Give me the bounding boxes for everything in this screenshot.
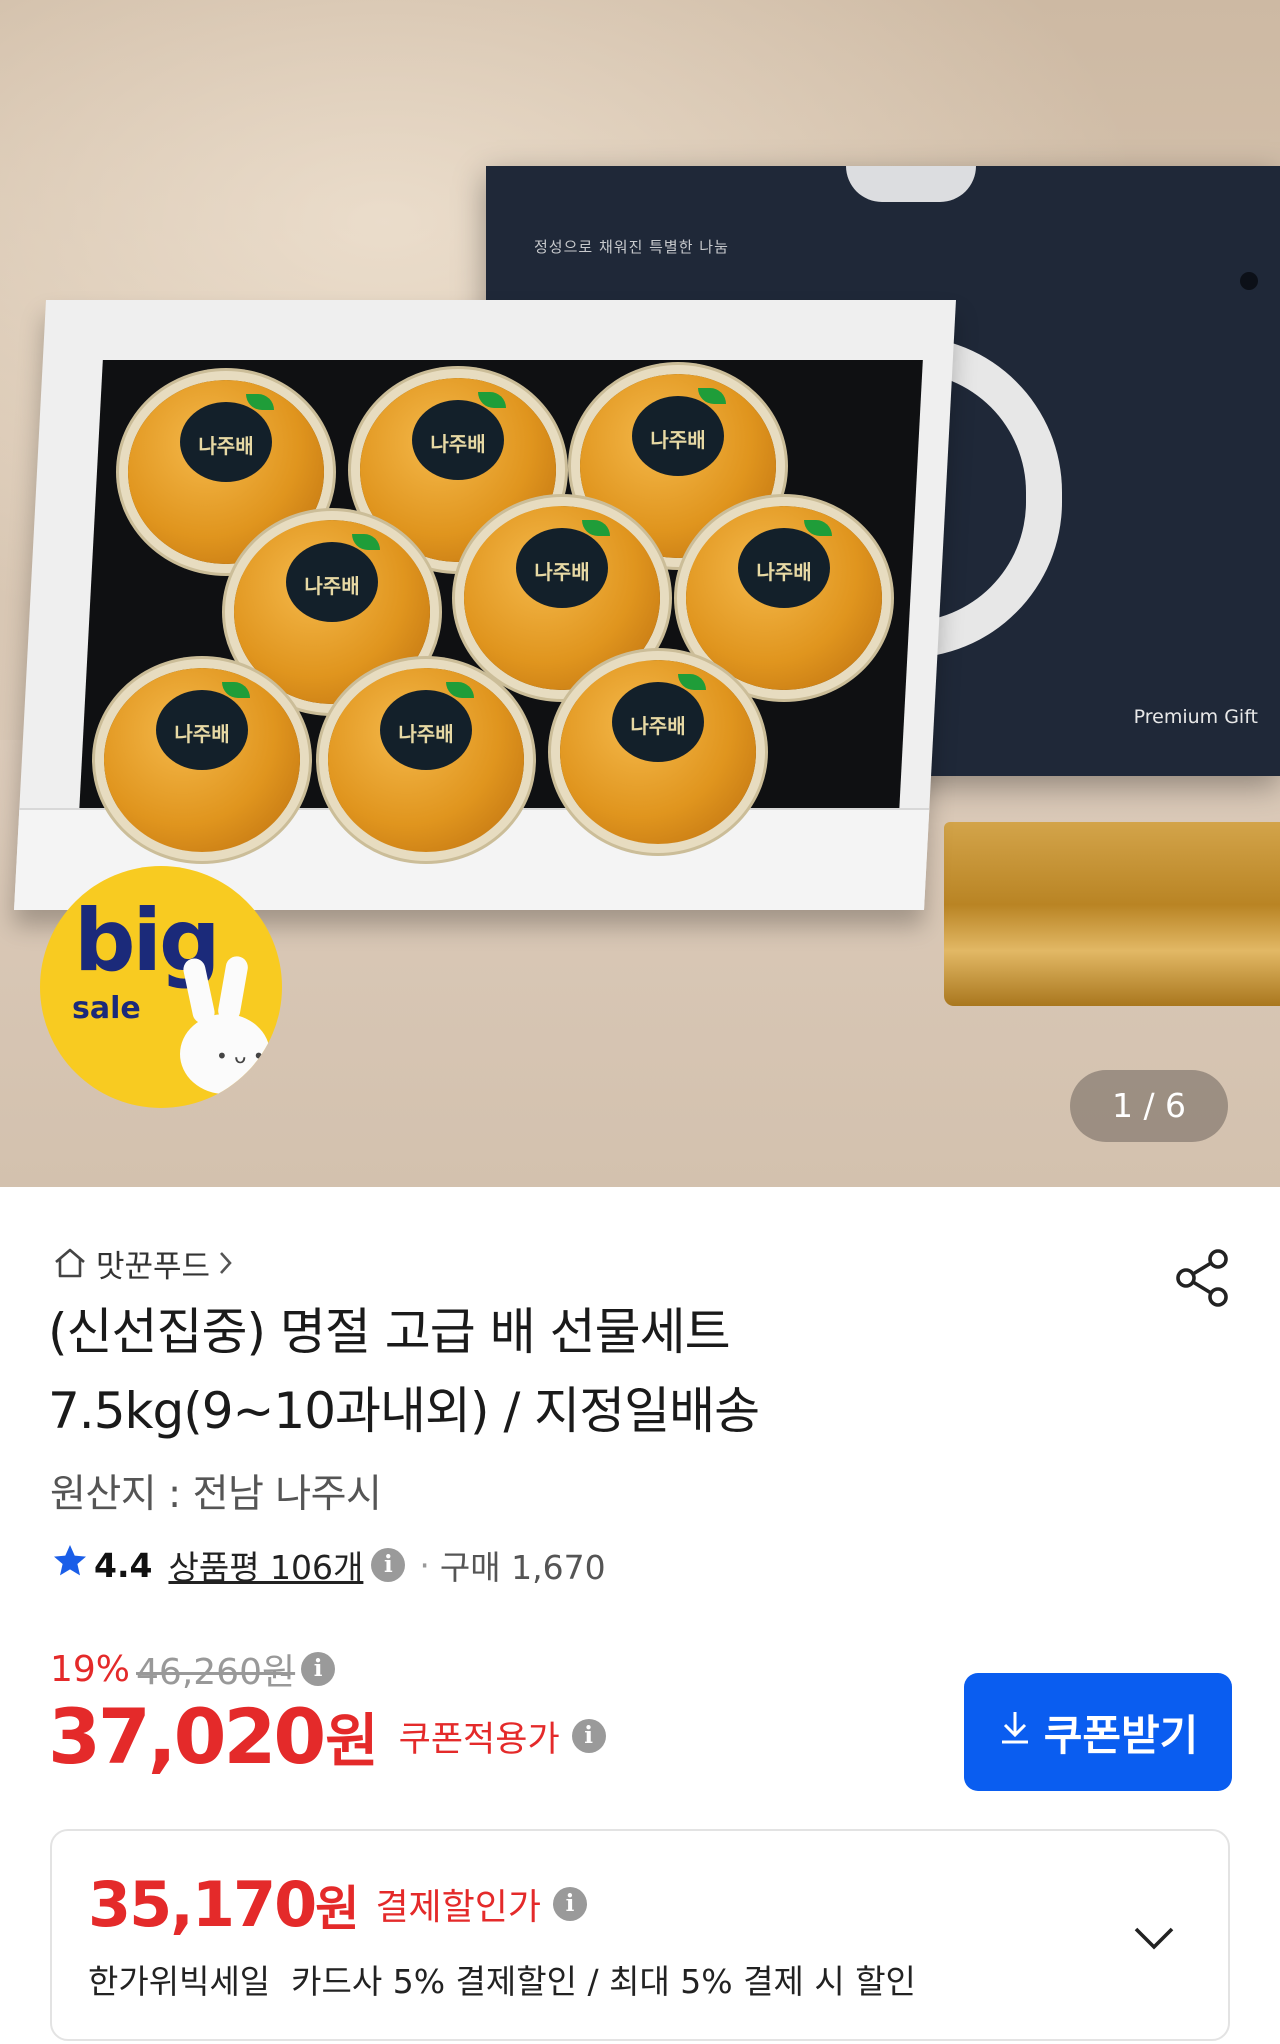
info-icon[interactable]: i [571, 1719, 606, 1753]
pear-label: 나주배 [738, 528, 830, 608]
box-logo-mark [846, 166, 976, 202]
home-icon [52, 1246, 88, 1280]
chevron-right-icon [218, 1250, 234, 1276]
payment-price-row: 35,170 원 결제할인가 i [88, 1867, 588, 1941]
rating-score: 4.4 [94, 1545, 153, 1585]
pear-label: 나주배 [516, 528, 608, 608]
chevron-down-icon[interactable] [1130, 1917, 1178, 1957]
info-icon[interactable]: i [553, 1887, 588, 1921]
box-hole [1240, 272, 1258, 290]
product-info-section: 맛꾼푸드 (신선집중) 명절 고급 배 선물세트 7.5kg(9~10과내외) … [0, 1187, 1280, 2044]
info-icon[interactable]: i [371, 1548, 406, 1582]
rating-row: 4.4 상품평 106개 i · 구매 1,670 [52, 1541, 606, 1589]
product-image-carousel[interactable]: 정성으로 채워진 특별한 나눔 Premium Gift 나주배 나주배 나주배… [0, 0, 1280, 1187]
info-icon[interactable]: i [301, 1652, 336, 1686]
product-title: (신선집중) 명절 고급 배 선물세트 7.5kg(9~10과내외) / 지정일… [48, 1293, 1148, 1451]
image-counter: 1 / 6 [1070, 1070, 1228, 1142]
box-brand-text: Premium Gift [1133, 706, 1258, 728]
pear-label: 나주배 [380, 690, 472, 770]
payment-discount-box[interactable]: 35,170 원 결제할인가 i 한가위빅세일 카드사 5% 결제할인 / 최대… [50, 1829, 1230, 2041]
review-count-link[interactable]: 상품평 106개 [168, 1541, 363, 1589]
pear-label: 나주배 [156, 690, 248, 770]
pear-label: 나주배 [180, 402, 272, 482]
pear: 나주배 [560, 660, 756, 844]
big-sale-badge: big sale • ᴗ • [40, 866, 282, 1108]
pear: 나주배 [328, 668, 524, 852]
get-coupon-label: 쿠폰받기 [1043, 1711, 1199, 1759]
gold-wrapping-cloth [944, 822, 1280, 1006]
original-price: 46,260원 [136, 1652, 296, 1693]
pear: 나주배 [464, 506, 660, 690]
share-icon[interactable] [1172, 1247, 1234, 1309]
pear-label: 나주배 [612, 682, 704, 762]
store-link[interactable]: 맛꾼푸드 [52, 1243, 234, 1285]
pear-label: 나주배 [286, 542, 378, 622]
product-title-line: 7.5kg(9~10과내외) / 지정일배송 [48, 1382, 760, 1440]
coupon-price: 37,020 [48, 1691, 326, 1781]
download-icon [998, 1708, 1032, 1756]
pear-label: 나주배 [412, 400, 504, 480]
box-tagline: 정성으로 채워진 특별한 나눔 [534, 238, 729, 256]
discount-percent: 19% [50, 1648, 131, 1690]
pear: 나주배 [104, 668, 300, 852]
payment-price-label: 결제할인가 [375, 1887, 542, 1928]
currency-unit: 원 [325, 1707, 379, 1775]
get-coupon-button[interactable]: 쿠폰받기 [964, 1673, 1232, 1791]
coupon-price-row: 37,020 원 쿠폰적용가 i [48, 1692, 606, 1781]
product-origin: 원산지 : 전남 나주시 [50, 1472, 382, 1517]
pear: 나주배 [686, 506, 882, 690]
coupon-price-label: 쿠폰적용가 [398, 1719, 560, 1760]
purchase-count: 구매 1,670 [439, 1548, 606, 1587]
currency-unit: 원 [315, 1881, 360, 1937]
pear-label: 나주배 [632, 396, 724, 476]
discount-row: 19% 46,260원 i [50, 1645, 336, 1693]
bunny-face: • ᴗ • [216, 1044, 265, 1068]
payment-discount-description: 한가위빅세일 카드사 5% 결제할인 / 최대 5% 결제 시 할인 [88, 1962, 916, 2001]
separator-dot: · [419, 1545, 430, 1585]
product-title-line: (신선집중) 명절 고급 배 선물세트 [48, 1303, 731, 1361]
star-icon [52, 1543, 88, 1587]
payment-price: 35,170 [88, 1867, 317, 1941]
badge-sale-text: sale [72, 991, 141, 1026]
store-name: 맛꾼푸드 [96, 1248, 211, 1285]
